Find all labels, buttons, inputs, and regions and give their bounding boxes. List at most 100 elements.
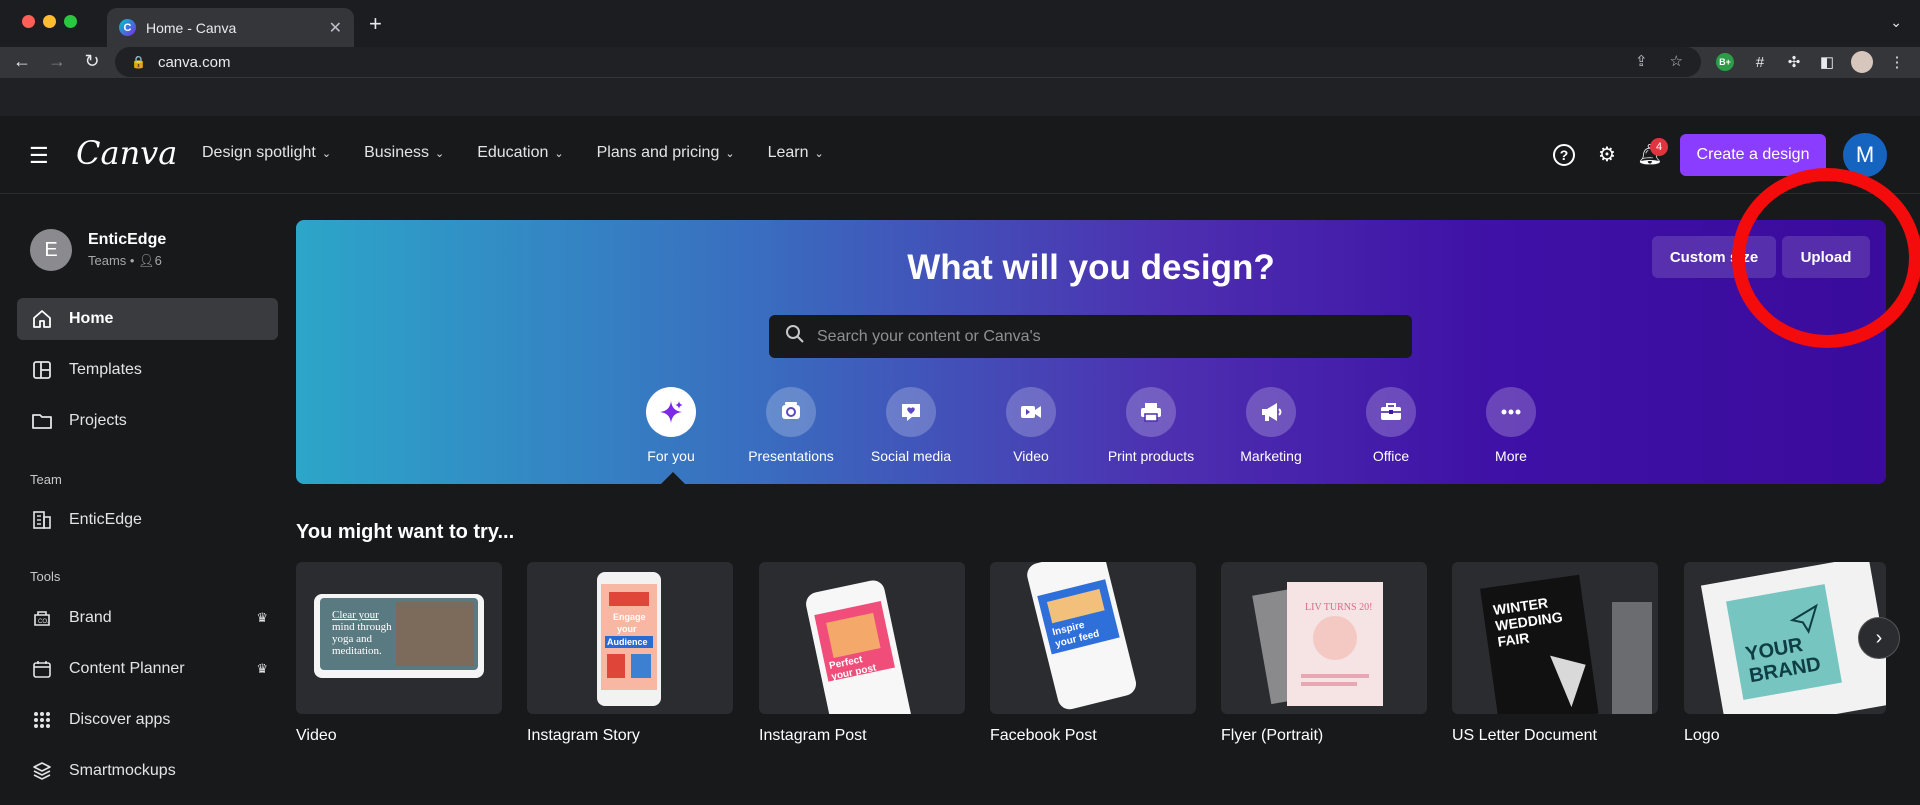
nav-plans-pricing[interactable]: Plans and pricing ⌄ [597, 144, 735, 162]
category-social-media[interactable]: Social media [851, 387, 971, 464]
close-tab-icon[interactable]: ✕ [329, 18, 342, 38]
category-office[interactable]: Office [1331, 387, 1451, 464]
forward-icon[interactable]: → [45, 51, 69, 72]
category-marketing[interactable]: Marketing [1211, 387, 1331, 464]
svg-text:LIV TURNS 20!: LIV TURNS 20! [1305, 602, 1372, 613]
card-facebook-post[interactable]: Inspire your feed [990, 562, 1196, 714]
card-instagram-story[interactable]: Engage your Audience [527, 562, 733, 714]
card-label: Video [296, 727, 337, 744]
svg-text:CO.: CO. [38, 619, 49, 625]
canva-logo[interactable]: Canva [76, 134, 177, 172]
card-logo[interactable]: YOUR BRAND [1684, 562, 1886, 714]
active-category-pointer [661, 472, 685, 484]
card-label: US Letter Document [1452, 727, 1597, 744]
nav-business[interactable]: Business ⌄ [364, 144, 444, 162]
team-switcher[interactable]: E EnticEdge Teams • 👤︎6 [30, 229, 166, 271]
settings-gear-icon[interactable]: ⚙ [1594, 141, 1620, 167]
nav-learn[interactable]: Learn ⌄ [768, 144, 824, 162]
category-more[interactable]: More [1451, 387, 1571, 464]
tab-search-icon[interactable]: ⌄ [1890, 14, 1902, 31]
category-label: More [1495, 448, 1527, 464]
instagram-story-thumbnail: Engage your Audience [597, 572, 661, 706]
category-label: Video [1013, 448, 1049, 464]
extensions-puzzle-icon[interactable]: ✣ [1782, 50, 1806, 74]
new-tab-icon[interactable]: + [369, 11, 382, 37]
sidebar-item-content-planner[interactable]: Content Planner ♛ [17, 648, 278, 690]
side-panel-icon[interactable]: ◧ [1815, 50, 1839, 74]
chevron-down-icon: ⌄ [725, 147, 735, 160]
hero-banner: What will you design? Custom size Upload… [296, 220, 1886, 484]
chevron-down-icon: ⌄ [814, 147, 824, 160]
category-label: Social media [870, 448, 952, 464]
sidebar-item-templates[interactable]: Templates [17, 349, 278, 391]
category-video[interactable]: Video [971, 387, 1091, 464]
sidebar-item-home[interactable]: Home [17, 298, 278, 340]
presentation-icon [766, 387, 816, 437]
card-us-letter-document[interactable]: WINTER WEDDING FAIR [1452, 562, 1658, 714]
home-icon [31, 308, 53, 330]
address-bar[interactable]: 🔒 canva.com ⇪ ☆ [115, 47, 1701, 77]
sidebar-item-label: Smartmockups [69, 762, 176, 779]
notification-badge: 4 [1650, 138, 1668, 156]
help-icon[interactable]: ? [1553, 144, 1575, 166]
card-flyer-portrait[interactable]: LIV TURNS 20! [1221, 562, 1427, 714]
video-icon [1006, 387, 1056, 437]
bookmark-star-icon[interactable]: ☆ [1670, 52, 1683, 70]
browser-tab[interactable]: C Home - Canva ✕ [107, 8, 354, 47]
extension-grammar-icon[interactable]: B+ [1716, 53, 1734, 71]
extension-hashtag-icon[interactable]: # [1748, 50, 1772, 74]
browser-menu-icon[interactable]: ⋮ [1885, 50, 1909, 74]
category-presentations[interactable]: Presentations [731, 387, 851, 464]
svg-text:meditation.: meditation. [332, 645, 382, 657]
calendar-icon [31, 658, 53, 680]
sidebar-item-enticedge[interactable]: EnticEdge [17, 499, 278, 541]
nav-design-spotlight[interactable]: Design spotlight ⌄ [202, 144, 331, 162]
card-video[interactable]: Clear your mind through yoga and meditat… [296, 562, 502, 714]
sidebar-item-label: Home [69, 310, 114, 327]
search-icon [785, 324, 805, 349]
sidebar-item-projects[interactable]: Projects [17, 400, 278, 442]
video-thumbnail: Clear your mind through yoga and meditat… [314, 594, 484, 678]
sidebar-item-smartmockups[interactable]: Smartmockups [17, 750, 278, 792]
briefcase-icon [1366, 387, 1416, 437]
us-letter-thumbnail: WINTER WEDDING FAIR [1480, 574, 1652, 714]
nav-education[interactable]: Education ⌄ [477, 144, 563, 162]
minimize-window-button[interactable] [43, 15, 56, 28]
category-label: For you [647, 448, 695, 464]
megaphone-icon [1246, 387, 1296, 437]
card-label: Facebook Post [990, 727, 1097, 744]
red-annotation-circle [1732, 168, 1920, 348]
folder-icon [31, 410, 53, 432]
heart-chat-icon [886, 387, 936, 437]
sidebar-item-brand[interactable]: CO. Brand ♛ [17, 597, 278, 639]
tab-title: Home - Canva [146, 19, 237, 36]
crown-icon: ♛ [256, 661, 268, 676]
building-icon [31, 509, 53, 531]
maximize-window-button[interactable] [64, 15, 77, 28]
team-name: EnticEdge [88, 231, 167, 248]
facebook-post-thumbnail: Inspire your feed [1027, 562, 1137, 710]
member-count: 6 [154, 253, 162, 268]
sparkle-icon [646, 387, 696, 437]
carousel-next-icon[interactable]: › [1858, 617, 1900, 659]
category-for-you[interactable]: For you [611, 387, 731, 464]
menu-icon[interactable]: ☰ [29, 143, 49, 169]
category-print-products[interactable]: Print products [1091, 387, 1211, 464]
card-label: Logo [1684, 727, 1720, 744]
templates-icon [31, 359, 53, 381]
hero-search-input[interactable]: Search your content or Canva's [769, 315, 1412, 358]
close-window-button[interactable] [22, 15, 35, 28]
sidebar-item-discover-apps[interactable]: Discover apps [17, 699, 278, 741]
category-label: Print products [1107, 448, 1195, 464]
back-icon[interactable]: ← [10, 51, 34, 72]
instagram-post-thumbnail: Perfect your post [806, 580, 912, 714]
share-icon[interactable]: ⇪ [1635, 52, 1648, 70]
chevron-down-icon: ⌄ [434, 147, 445, 160]
nav-label: Plans and pricing [596, 144, 720, 161]
reload-icon[interactable]: ↻ [80, 51, 104, 72]
profile-avatar-icon[interactable] [1851, 51, 1873, 73]
tools-section-heading: Tools [30, 569, 61, 584]
card-instagram-post[interactable]: Perfect your post [759, 562, 965, 714]
svg-text:yoga and: yoga and [332, 633, 373, 645]
category-label: Marketing [1240, 448, 1302, 464]
